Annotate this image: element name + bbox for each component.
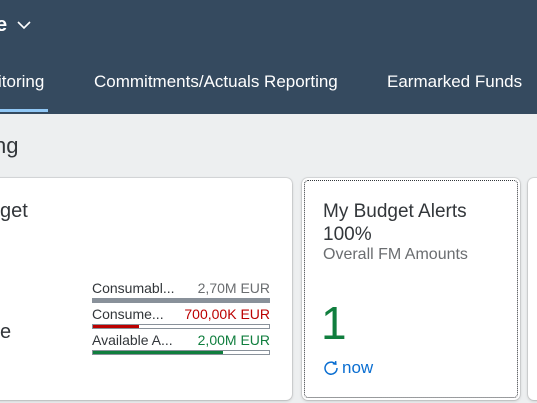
bar-fill bbox=[93, 325, 139, 328]
tab-earmarked-funds[interactable]: Earmarked Funds bbox=[387, 72, 522, 92]
tile-subtitle: Overall FM Amounts bbox=[323, 246, 468, 263]
shell-bar: e bbox=[0, 0, 537, 56]
bar-label: Consume... bbox=[92, 306, 164, 322]
bar-track bbox=[92, 324, 270, 329]
tab-selected-indicator bbox=[0, 109, 48, 112]
tab-commitments-actuals-reporting[interactable]: Commitments/Actuals Reporting bbox=[94, 72, 338, 92]
tile-kpi-value: 1 bbox=[321, 297, 347, 349]
tile-refresh[interactable]: now bbox=[323, 358, 373, 378]
tab-bar: itoring Commitments/Actuals Reporting Ea… bbox=[0, 56, 537, 114]
tile-kpi: e bbox=[0, 321, 12, 343]
bar-fill bbox=[93, 351, 224, 354]
refresh-label: now bbox=[342, 358, 374, 377]
bar-track bbox=[92, 350, 270, 355]
bar-track bbox=[92, 298, 270, 303]
next-tile[interactable] bbox=[528, 178, 537, 400]
bar-value: 700,00K EUR bbox=[184, 306, 270, 322]
tab-monitoring[interactable]: itoring bbox=[0, 72, 44, 92]
refresh-icon bbox=[324, 361, 338, 375]
chevron-down-icon[interactable] bbox=[16, 19, 32, 31]
tile-title: My Budget Alerts 100% bbox=[323, 200, 467, 246]
bar-value: 2,70M EUR bbox=[197, 280, 270, 296]
tile-title-line2: 100% bbox=[323, 224, 372, 245]
budget-tile[interactable]: get e Consumabl... 2,70M EUR Consume... … bbox=[0, 178, 292, 400]
bar-label: Consumabl... bbox=[92, 280, 175, 296]
budget-alerts-tile[interactable]: My Budget Alerts 100% Overall FM Amounts… bbox=[302, 178, 520, 400]
tile-title-line1: My Budget Alerts bbox=[323, 201, 467, 222]
app-title[interactable]: e bbox=[0, 14, 7, 37]
section-title: ng bbox=[0, 133, 19, 158]
bar-label: Available A... bbox=[92, 332, 173, 348]
bar-fill bbox=[93, 299, 269, 302]
tile-title: get bbox=[0, 200, 28, 222]
bar-value: 2,00M EUR bbox=[197, 332, 270, 348]
